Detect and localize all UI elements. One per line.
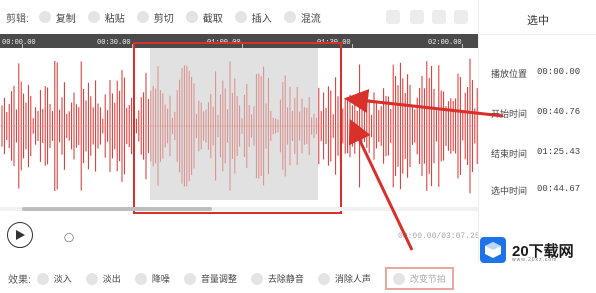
arrow-to-start xyxy=(344,89,504,118)
box-icon xyxy=(485,242,501,258)
annotation-arrows xyxy=(344,89,504,251)
arrow-to-tempo xyxy=(348,118,414,251)
watermark-url: www.20xz.com xyxy=(512,257,558,263)
watermark-logo xyxy=(480,237,506,263)
